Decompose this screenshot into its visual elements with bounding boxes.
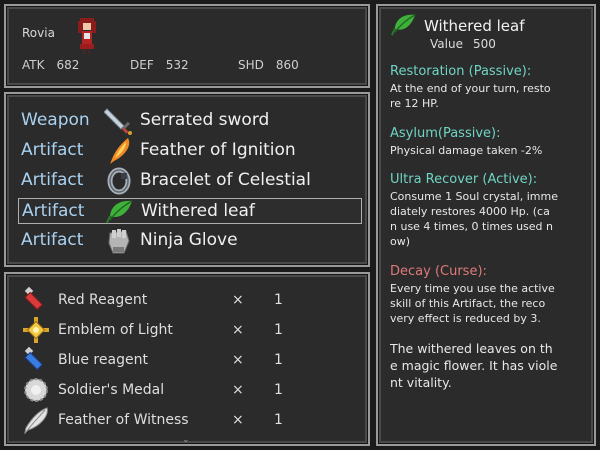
feather-icon [24,407,48,434]
equipment-slot-label: Artifact [22,201,85,221]
inventory-item-name: Red Reagent [58,292,148,308]
emblem-icon [23,317,49,343]
stat-atk: ATK 682 [22,58,79,72]
flame-feather-icon [110,138,130,164]
equipment-name: Withered leaf [141,201,255,221]
skill-description: Physical damage taken -2% [390,144,543,157]
bracelet-icon [107,167,131,195]
equipment-slot-label: Artifact [21,230,84,250]
character-panel: Rovia ATK 682 DEF 532 SHD 860 [4,4,370,88]
skill-title: Decay (Curse): [390,264,487,279]
equipment-row-artifact-4[interactable]: Artifact Ninja Glove [18,228,362,254]
inventory-item[interactable]: Emblem of Light × 1 [22,316,362,344]
character-name: Rovia [22,26,55,40]
flavor-text: The withered leaves on th e magic flower… [390,341,558,390]
skill-asylum: Asylum(Passive): Physical damage taken -… [390,126,586,158]
skill-ultra-recover: Ultra Recover (Active): Consume 1 Soul c… [390,172,586,249]
inventory-item-multiplier: × [232,382,244,398]
inventory-item-quantity: 1 [274,352,283,368]
leaf-icon [391,14,416,36]
leaf-icon [106,200,133,224]
skill-description: Every time you use the active skill of t… [390,282,555,325]
item-value: Value 500 [430,37,496,51]
blue-vial-icon [24,346,43,371]
skill-title: Ultra Recover (Active): [390,172,538,187]
stat-def-value: 532 [165,58,189,72]
inventory-item-quantity: 1 [274,412,283,428]
equipment-slot-label: Artifact [21,170,84,190]
inventory-item[interactable]: Feather of Witness × 1 [22,406,362,434]
inventory-item-name: Blue reagent [58,352,148,368]
equipment-row-artifact-2[interactable]: Artifact Bracelet of Celestial [18,167,362,195]
equipment-name: Ninja Glove [140,230,238,250]
stat-shd: SHD 860 [238,58,299,72]
stat-def-label: DEF [130,58,154,72]
equipment-slot-label: Artifact [21,140,84,160]
skill-decay-curse: Decay (Curse): Every time you use the ac… [390,264,586,326]
inventory-item[interactable]: Blue reagent × 1 [22,346,362,374]
skill-description: At the end of your turn, resto re 12 HP. [390,82,551,110]
skill-restoration: Restoration (Passive): At the end of you… [390,64,586,111]
equipment-row-artifact-1[interactable]: Artifact Feather of Ignition [18,138,362,164]
inventory-item-name: Soldier's Medal [58,382,165,398]
sword-icon [104,108,132,135]
inventory-item[interactable]: Soldier's Medal × 1 [22,376,362,404]
skill-description: Consume 1 Soul crystal, imme diately res… [390,190,558,248]
inventory-item-name: Feather of Witness [58,412,189,428]
inventory-panel: Red Reagent × 1 Emblem of Light × 1 Blue… [4,272,370,446]
stat-atk-label: ATK [22,58,45,72]
inventory-item-multiplier: × [232,352,244,368]
inventory-item-multiplier: × [232,412,244,428]
item-value-amount: 500 [472,37,496,51]
red-vial-icon [24,286,43,311]
item-flavor-text: The withered leaves on th e magic flower… [390,340,586,391]
character-sprite-icon [78,18,96,54]
inventory-item-quantity: 1 [274,292,283,308]
stat-atk-value: 682 [56,58,80,72]
inventory-item[interactable]: Red Reagent × 1 [22,286,362,314]
equipment-row-weapon[interactable]: Weapon Serrated sword [18,108,362,135]
glove-icon [108,229,130,254]
inventory-item-quantity: 1 [274,382,283,398]
stat-shd-label: SHD [238,58,264,72]
equipment-row-artifact-3-selected[interactable]: Artifact Withered leaf [18,198,362,224]
equipment-name: Bracelet of Celestial [140,170,311,190]
item-detail-title: Withered leaf [424,17,525,35]
equipment-name: Feather of Ignition [140,140,296,160]
inventory-item-name: Emblem of Light [58,322,173,338]
inventory-item-multiplier: × [232,292,244,308]
equipment-name: Serrated sword [140,110,270,130]
inventory-item-quantity: 1 [274,322,283,338]
stat-def: DEF 532 [130,58,189,72]
item-detail-panel: Withered leaf Value 500 Restoration (Pass… [376,4,596,446]
equipment-panel: Weapon Serrated sword Artifact Feather o… [4,92,370,267]
inventory-item-multiplier: × [232,322,244,338]
item-value-label: Value [430,37,463,51]
stat-shd-value: 860 [275,58,299,72]
equipment-slot-label: Weapon [21,110,90,130]
medal-icon [24,378,48,402]
skill-title: Asylum(Passive): [390,126,501,141]
skill-title: Restoration (Passive): [390,64,532,79]
scroll-down-arrow-icon[interactable]: ⌄ [182,435,190,445]
